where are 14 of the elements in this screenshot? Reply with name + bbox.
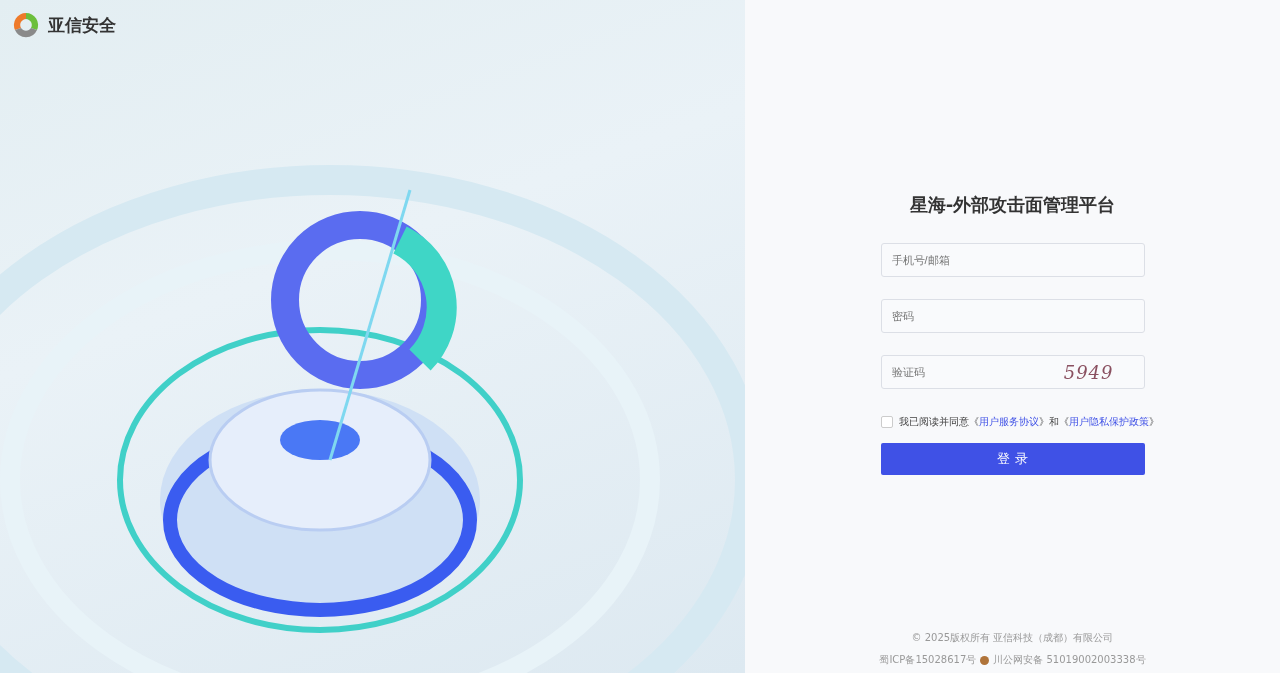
policy-link[interactable]: 用户服务协议 bbox=[978, 416, 1039, 427]
account-field[interactable]: 手机号/邮箱 bbox=[880, 243, 1145, 277]
platform-title: 星海-外部攻击面管理平台 bbox=[908, 193, 1117, 217]
policy-link[interactable]: 用户隐私保护政策 bbox=[1068, 416, 1149, 427]
password-field[interactable]: 密码 bbox=[880, 299, 1145, 333]
logo-icon bbox=[12, 11, 40, 39]
police-badge-icon bbox=[980, 655, 990, 665]
agreement-checkbox[interactable] bbox=[880, 416, 893, 428]
copyright-text: © 2025版权所有 亚信科技（成都）有限公司 bbox=[911, 631, 1114, 645]
captcha-field[interactable]: 验证码 5949 bbox=[880, 355, 1145, 389]
captcha-image[interactable]: 5949 bbox=[1063, 361, 1134, 383]
agreement-text: 我已阅读并同意《用户服务协议》和《用户隐私保护政策》 bbox=[898, 415, 1159, 429]
login-button[interactable]: 登 录 bbox=[880, 443, 1145, 475]
brand-name: 亚信安全 bbox=[48, 13, 116, 37]
